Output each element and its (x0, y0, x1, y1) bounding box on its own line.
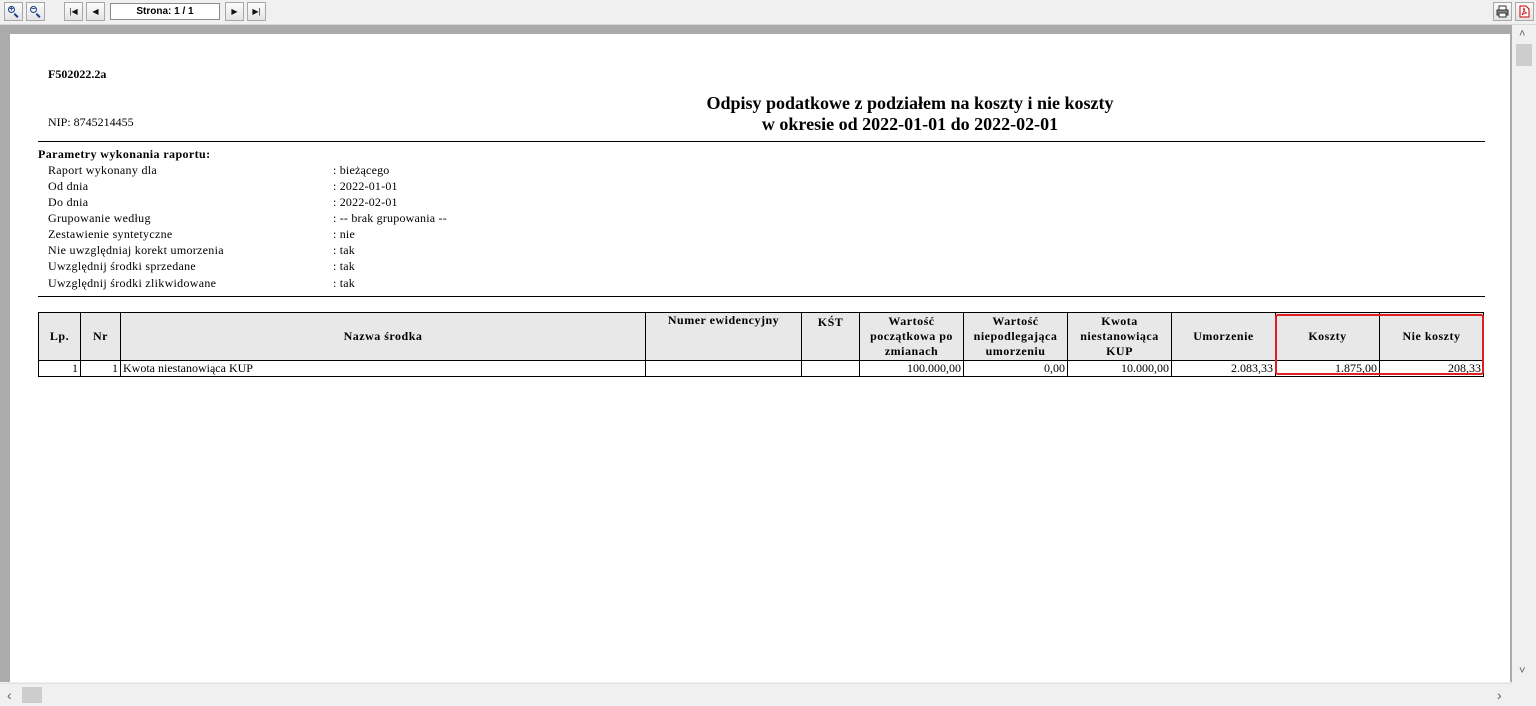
param-label: Zestawienie syntetyczne (48, 227, 173, 241)
cell-wartosc-niepodlegajaca: 0,00 (963, 360, 1068, 377)
col-header-lp: Lp. (38, 312, 81, 361)
report-code: F502022.2a (48, 67, 107, 81)
highlight-box (1275, 314, 1484, 375)
param-value: : tak (333, 276, 355, 290)
zoom-out-button[interactable]: − (26, 2, 45, 21)
col-header-kst: KŚT (801, 312, 860, 361)
param-label: Od dnia (48, 179, 89, 193)
param-value: : 2022-02-01 (333, 195, 398, 209)
param-value: : bieżącego (333, 163, 390, 177)
print-button[interactable] (1493, 2, 1512, 21)
next-page-button[interactable]: ▶ (225, 2, 244, 21)
horizontal-scroll-thumb[interactable] (22, 687, 42, 703)
param-value: : 2022-01-01 (333, 179, 398, 193)
prev-page-button[interactable]: ◀ (86, 2, 105, 21)
report-title-line1: Odpisy podatkowe z podziałem na koszty i… (706, 93, 1114, 113)
report-table: Lp. Nr Nazwa środka Numer ewidencyjny KŚ… (38, 312, 1484, 377)
zoom-out-icon: − (30, 5, 41, 18)
cell-lp: 1 (38, 360, 81, 377)
pdf-icon (1519, 5, 1530, 18)
divider (38, 296, 1485, 297)
param-value: : tak (333, 259, 355, 273)
col-header-wartosc-niepodlegajaca: Wartość niepodlegająca umorzeniu (963, 312, 1068, 361)
scrollbar-corner (1512, 683, 1536, 705)
horizontal-scrollbar[interactable]: ‹ › (0, 683, 1512, 706)
table-header-row: Lp. Nr Nazwa środka Numer ewidencyjny KŚ… (38, 312, 1484, 361)
last-page-button[interactable]: ▶| (247, 2, 266, 21)
zoom-in-button[interactable]: + (4, 2, 23, 21)
first-page-button[interactable]: |◀ (64, 2, 83, 21)
scroll-down-icon[interactable]: ˅ (1519, 665, 1525, 677)
param-label: Nie uwzględniaj korekt umorzenia (48, 243, 224, 257)
cell-kst (801, 360, 860, 377)
param-label: Uwzględnij środki sprzedane (48, 259, 197, 273)
col-header-wartosc-poczatkowa: Wartość początkowa po zmianach (859, 312, 964, 361)
cell-umorzenie: 2.083,33 (1171, 360, 1276, 377)
param-value: : nie (333, 227, 355, 241)
table-row: 1 1 Kwota niestanowiąca KUP 100.000,00 0… (38, 360, 1484, 377)
col-header-nazwa: Nazwa środka (120, 312, 646, 361)
print-icon (1496, 5, 1509, 18)
last-page-icon: ▶| (252, 6, 261, 16)
first-page-icon: |◀ (69, 6, 78, 16)
prev-page-icon: ◀ (92, 6, 99, 16)
param-value: : -- brak grupowania -- (333, 211, 447, 225)
zoom-in-icon: + (8, 5, 19, 18)
vertical-scrollbar[interactable]: ˄ ˅ (1512, 25, 1536, 682)
param-label: Do dnia (48, 195, 89, 209)
scroll-left-icon[interactable]: ‹ (7, 687, 12, 703)
cell-nr: 1 (80, 360, 121, 377)
param-label: Grupowanie według (48, 211, 151, 225)
col-header-umorzenie: Umorzenie (1171, 312, 1276, 361)
vertical-scroll-thumb[interactable] (1516, 44, 1532, 66)
params-header: Parametry wykonania raportu: (38, 147, 211, 161)
page-indicator[interactable]: Strona: 1 / 1 (110, 3, 220, 20)
col-header-nr: Nr (80, 312, 121, 361)
param-label: Uwzględnij środki zlikwidowane (48, 276, 217, 290)
cell-wartosc-poczatkowa: 100.000,00 (859, 360, 964, 377)
col-header-numer: Numer ewidencyjny (645, 312, 802, 361)
next-page-icon: ▶ (231, 6, 238, 16)
scroll-right-icon[interactable]: › (1497, 687, 1502, 703)
nip: NIP: 8745214455 (48, 115, 134, 129)
scroll-up-icon[interactable]: ˄ (1519, 28, 1525, 40)
cell-nazwa: Kwota niestanowiąca KUP (120, 360, 646, 377)
cell-kwota-niestanowiaca: 10.000,00 (1067, 360, 1172, 377)
param-label: Raport wykonany dla (48, 163, 158, 177)
report-viewport[interactable]: F502022.2a NIP: 8745214455 Odpisy podatk… (0, 25, 1512, 682)
report-title: Odpisy podatkowe z podziałem na koszty i… (510, 93, 1310, 135)
pdf-button[interactable] (1515, 2, 1534, 21)
param-value: : tak (333, 243, 355, 257)
cell-numer (645, 360, 802, 377)
col-header-kwota-niestanowiaca: Kwota niestanowiąca KUP (1067, 312, 1172, 361)
report-page: F502022.2a NIP: 8745214455 Odpisy podatk… (10, 34, 1510, 682)
report-title-line2: w okresie od 2022-01-01 do 2022-02-01 (761, 114, 1059, 134)
toolbar: + − |◀ ◀ Strona: 1 / 1 ▶ ▶| (0, 0, 1536, 25)
divider (38, 141, 1485, 142)
